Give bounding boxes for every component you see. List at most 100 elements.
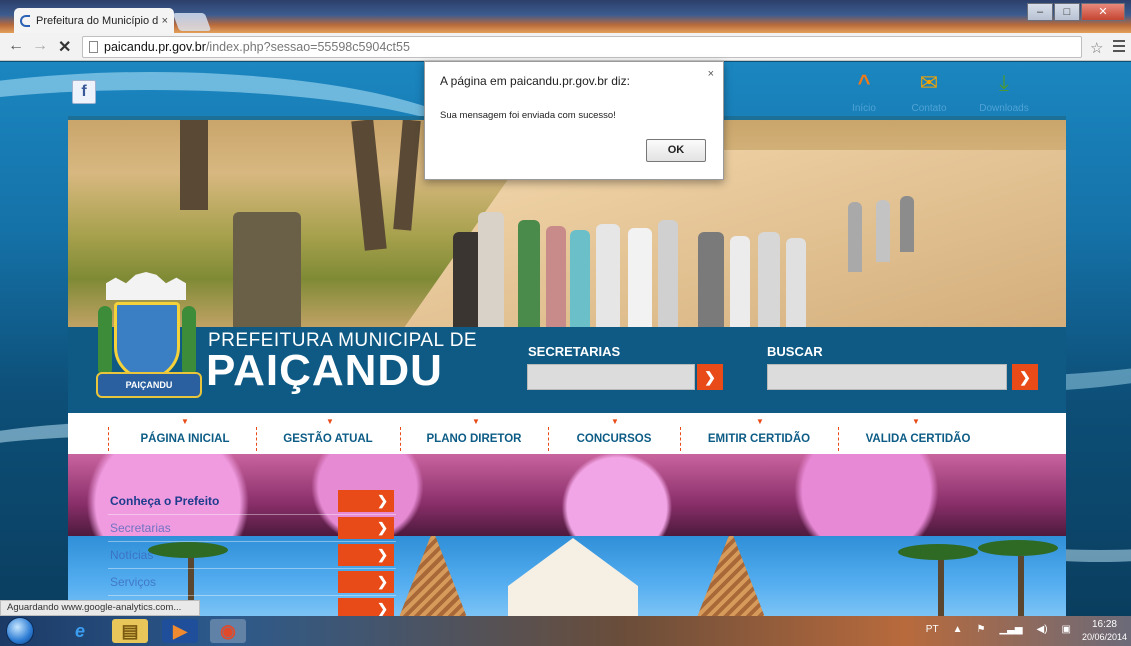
leaf-icon [182,306,196,376]
side-menu-item[interactable]: Conheça o Prefeito ❯ [108,490,398,515]
stop-icon[interactable]: ✕ [58,37,71,57]
clock-date: 20/06/2014 [1081,632,1127,642]
chevron-right-icon[interactable]: ❯ [338,517,394,539]
bookmark-star-icon[interactable]: ☆ [1090,39,1103,57]
org-name-big[interactable]: PAIÇANDU [206,346,443,396]
quick-link-label: Início [852,103,876,114]
secretarias-go-button[interactable]: ❯ [697,364,723,390]
walker [596,224,620,332]
maximize-button[interactable]: □ [1054,3,1080,21]
menu-icon[interactable] [1113,40,1125,55]
search-go-button[interactable]: ❯ [1012,364,1038,390]
facebook-icon[interactable]: f [72,80,96,104]
nav-bullet: ▼ [326,417,334,426]
walker [518,220,540,332]
quick-link-home[interactable]: ^ Início [834,70,894,116]
power-icon[interactable]: ▣ [1062,624,1071,635]
quick-link-contact[interactable]: ✉ Contato [899,70,959,116]
nav-item-pagina-inicial[interactable]: PÁGINA INICIAL [140,433,230,445]
browser-toolbar: ← → ✕ paicandu.pr.gov.br/index.php?sessa… [0,33,1131,61]
nav-separator [680,427,681,451]
walker [786,238,806,332]
church-spire [696,536,766,616]
back-arrow-icon[interactable]: ← [8,37,24,55]
church-spire [398,536,468,616]
walker [900,196,914,252]
new-tab-button[interactable] [172,13,212,31]
palm-frond [898,544,978,560]
buscar-label: BUSCAR [767,344,823,359]
nav-separator [548,427,549,451]
media-player-icon[interactable]: ▶ [162,619,198,643]
internet-explorer-icon[interactable]: e [62,619,98,643]
ok-button[interactable]: OK [646,139,706,162]
browser-tab[interactable]: Prefeitura do Município d × [14,8,174,33]
crest-ribbon: PAIÇANDU [96,372,202,398]
network-icon[interactable]: ▁▃▅ [999,624,1022,635]
search-input[interactable] [767,364,1007,390]
alert-dialog: A página em paicandu.pr.gov.br diz: × Su… [424,61,724,180]
side-menu: Conheça o Prefeito ❯ Secretarias ❯ Notíc… [108,490,398,616]
start-button[interactable] [6,617,34,645]
language-indicator[interactable]: PT [926,624,939,635]
quick-link-downloads[interactable]: ⤓ Downloads [974,70,1034,116]
side-menu-item[interactable]: Serviços ❯ [108,571,398,596]
envelope-icon: ✉ [919,70,939,95]
download-icon: ⤓ [999,70,1009,95]
cyclist [233,212,301,332]
nav-item-valida-certidao[interactable]: VALIDA CERTIDÃO [858,433,978,445]
minimize-button[interactable]: – [1027,3,1053,21]
tray-chevron-icon[interactable]: ▲ [953,624,963,635]
chrome-icon[interactable]: ◉ [210,619,246,643]
nav-separator [838,427,839,451]
chevron-right-icon[interactable]: ❯ [338,571,394,593]
walker [876,200,890,262]
palm-tree [938,556,944,616]
nav-bullet: ▼ [611,417,619,426]
walker [628,228,652,332]
side-menu-item[interactable]: Notícias ❯ [108,544,398,569]
tab-close-icon[interactable]: × [162,15,168,27]
side-menu-divider [108,514,396,515]
volume-icon[interactable]: ◀) [1037,624,1048,635]
nav-item-emitir-certidao[interactable]: EMITIR CERTIDÃO [704,433,814,445]
secretarias-select[interactable] [527,364,695,390]
browser-status-bar: Aguardando www.google-analytics.com... [0,600,200,616]
chevron-right-icon[interactable]: ❯ [338,490,394,512]
nav-item-gestao-atual[interactable]: GESTÃO ATUAL [280,433,376,445]
close-icon[interactable]: × [708,68,714,80]
forward-arrow-icon[interactable]: → [32,37,48,55]
walker [758,232,780,332]
side-menu-label: Notícias [110,548,154,562]
side-menu-item[interactable]: Secretarias ❯ [108,517,398,542]
church-facade [508,538,638,616]
system-tray: PT ▲ ⚑ ▁▃▅ ◀) ▣ [926,624,1071,635]
nav-item-plano-diretor[interactable]: PLANO DIRETOR [424,433,524,445]
secretarias-label: SECRETARIAS [528,344,621,359]
address-bar[interactable]: paicandu.pr.gov.br/index.php?sessao=5559… [82,36,1082,58]
quick-link-label: Downloads [979,103,1029,114]
nav-bullet: ▼ [912,417,920,426]
close-window-button[interactable]: ✕ [1081,3,1125,21]
nav-bullet: ▼ [756,417,764,426]
browser-tabstrip: Prefeitura do Município d × – □ ✕ [0,0,1131,33]
palm-frond [978,540,1058,556]
flag-icon[interactable]: ⚑ [976,624,985,635]
file-explorer-icon[interactable]: ▤ [112,619,148,643]
url-host: paicandu.pr.gov.br [104,40,206,54]
side-menu-divider [108,541,396,542]
nav-bullet: ▼ [472,417,480,426]
clock-time: 16:28 [1091,619,1117,630]
main-navigation: ▼ PÁGINA INICIAL ▼ GESTÃO ATUAL ▼ PLANO … [68,413,1066,457]
chevron-right-icon[interactable]: ❯ [338,544,394,566]
chevron-right-icon[interactable]: ❯ [338,598,394,616]
nav-separator [256,427,257,451]
leaf-icon [98,306,112,376]
walker [848,202,862,272]
side-menu-label: Conheça o Prefeito [110,494,220,508]
loading-icon [20,14,30,27]
walker [730,236,750,332]
taskbar-clock[interactable]: 16:28 20/06/2014 [1082,618,1127,644]
municipal-crest[interactable]: PAIÇANDU [96,272,204,422]
nav-item-concursos[interactable]: CONCURSOS [574,433,654,445]
